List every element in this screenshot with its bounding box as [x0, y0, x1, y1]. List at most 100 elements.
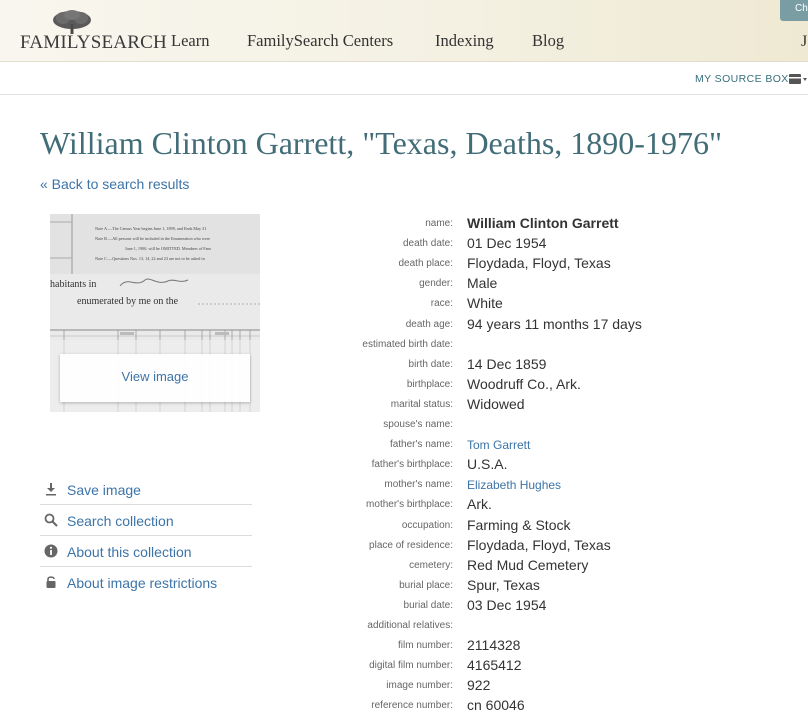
- field-label-additional-relatives: additional relatives:: [367, 620, 453, 631]
- field-value-birth-date: 14 Dec 1859: [467, 355, 547, 372]
- record-row-cemetery: cemetery: Red Mud Cemetery: [340, 556, 800, 576]
- doc-line-2: Note B.—All persons will be included in …: [95, 236, 210, 241]
- record-row-death-place: death place: Floydada, Floyd, Texas: [340, 254, 800, 274]
- record-row-estimated-birth-date: estimated birth date:: [340, 335, 800, 355]
- lock-icon: [46, 576, 56, 588]
- field-value-father-birthplace: U.S.A.: [467, 456, 508, 473]
- field-value-marital-status: Widowed: [467, 395, 525, 412]
- field-value-occupation: Farming & Stock: [467, 516, 571, 533]
- record-row-marital-status: marital status: Widowed: [340, 395, 800, 415]
- record-row-image-number: image number: 922: [340, 676, 800, 696]
- search-collection-action[interactable]: Search collection: [40, 505, 252, 536]
- field-label-place-of-residence: place of residence:: [369, 539, 453, 551]
- about-image-restrictions-label: About image restrictions: [67, 575, 218, 591]
- field-label-mother-name: mother's name:: [384, 479, 453, 491]
- record-row-burial-place: burial place: Spur, Texas: [340, 576, 800, 596]
- field-label-reference-number: reference number:: [371, 700, 453, 712]
- search-icon: [44, 513, 58, 527]
- field-label-marital-status: marital status:: [390, 398, 453, 410]
- record-row-mother-birthplace: mother's birthplace: Ark.: [340, 495, 800, 515]
- save-image-label: Save image: [67, 482, 141, 498]
- nav-blog[interactable]: Blog: [532, 31, 564, 51]
- field-value-mother-name[interactable]: Elizabeth Hughes: [467, 478, 561, 492]
- record-row-digital-film-number: digital film number: 4165412: [340, 656, 800, 676]
- field-value-death-age: 94 years 11 months 17 days: [467, 315, 642, 332]
- familysearch-logo[interactable]: FAMILYSEARCH: [20, 10, 167, 54]
- search-collection-label: Search collection: [67, 513, 174, 529]
- record-row-death-age: death age: 94 years 11 months 17 days: [340, 315, 800, 335]
- logo-text: FAMILYSEARCH: [20, 32, 167, 53]
- field-value-film-number: 2114328: [467, 637, 521, 654]
- nav-learn[interactable]: Learn: [171, 31, 209, 51]
- field-label-father-name: father's name:: [389, 439, 453, 451]
- record-row-race: race: White: [340, 294, 800, 314]
- field-value-reference-number: cn 60046: [467, 697, 525, 714]
- record-row-occupation: occupation: Farming & Stock: [340, 516, 800, 536]
- field-value-name: William Clinton Garrett: [467, 215, 619, 231]
- field-label-film-number: film number:: [397, 640, 453, 652]
- save-image-action[interactable]: Save image: [40, 474, 252, 505]
- field-label-name: name:: [425, 218, 453, 229]
- field-label-death-date: death date:: [402, 238, 453, 250]
- field-label-birth-date: birth date:: [408, 358, 453, 370]
- field-label-image-number: image number:: [386, 680, 453, 692]
- field-value-father-name[interactable]: Tom Garrett: [467, 438, 530, 452]
- field-label-spouse-name: spouse's name:: [383, 419, 453, 430]
- about-collection-label: About this collection: [67, 544, 192, 560]
- chat-button[interactable]: Ch: [780, 0, 808, 21]
- record-row-additional-relatives: additional relatives:: [340, 616, 800, 636]
- record-row-mother-name: mother's name: Elizabeth Hughes: [340, 475, 800, 495]
- site-header: FAMILYSEARCH Learn FamilySearch Centers …: [0, 0, 808, 62]
- about-image-restrictions-action[interactable]: About image restrictions: [40, 567, 252, 598]
- record-row-birth-date: birth date: 14 Dec 1859: [340, 355, 800, 375]
- field-label-death-place: death place:: [398, 258, 454, 270]
- view-image-button[interactable]: View image: [60, 354, 250, 402]
- download-icon: [46, 483, 56, 496]
- nav-familysearch-centers[interactable]: FamilySearch Centers: [247, 31, 393, 51]
- field-label-estimated-birth-date: estimated birth date:: [362, 338, 453, 350]
- about-collection-action[interactable]: About this collection: [40, 536, 252, 567]
- field-value-place-of-residence: Floydada, Floyd, Texas: [467, 536, 611, 553]
- user-menu-truncated[interactable]: J: [801, 33, 807, 51]
- record-row-burial-date: burial date: 03 Dec 1954: [340, 596, 800, 616]
- record-row-gender: gender: Male: [340, 274, 800, 294]
- record-row-name: name: William Clinton Garrett: [340, 214, 800, 234]
- field-label-birthplace: birthplace:: [406, 378, 453, 390]
- record-row-reference-number: reference number: cn 60046: [340, 696, 800, 716]
- doc-text-enumerated: enumerated by me on the: [77, 296, 179, 307]
- field-value-image-number: 922: [467, 677, 491, 694]
- nav-indexing[interactable]: Indexing: [435, 31, 494, 51]
- info-icon: [44, 544, 58, 558]
- field-label-burial-place: burial place:: [399, 579, 453, 591]
- field-value-burial-date: 03 Dec 1954: [467, 596, 547, 613]
- field-value-digital-film-number: 4165412: [467, 657, 522, 674]
- record-row-place-of-residence: place of residence: Floydada, Floyd, Texa…: [340, 536, 800, 556]
- field-label-father-birthplace: father's birthplace:: [371, 459, 453, 471]
- tree-icon: [53, 10, 91, 34]
- source-box-icon[interactable]: [788, 72, 808, 86]
- back-to-search-link[interactable]: « Back to search results: [40, 176, 189, 192]
- record-row-spouse-name: spouse's name:: [340, 415, 800, 435]
- doc-text-inhabitants: habitants in: [50, 279, 96, 290]
- field-value-birthplace: Woodruff Co., Ark.: [467, 375, 581, 392]
- my-source-box-link[interactable]: MY SOURCE BOX: [695, 73, 789, 85]
- field-value-death-date: 01 Dec 1954: [467, 235, 547, 252]
- field-value-gender: Male: [467, 275, 498, 292]
- page-title: William Clinton Garrett, "Texas, Deaths,…: [40, 125, 723, 161]
- field-label-race: race:: [430, 298, 453, 310]
- field-value-burial-place: Spur, Texas: [467, 576, 540, 593]
- field-label-mother-birthplace: mother's birthplace:: [366, 499, 453, 511]
- field-label-gender: gender:: [419, 278, 453, 290]
- field-label-burial-date: burial date:: [403, 599, 453, 611]
- record-row-death-date: death date: 01 Dec 1954: [340, 234, 800, 254]
- field-label-cemetery: cemetery:: [409, 559, 453, 571]
- field-label-digital-film-number: digital film number:: [369, 660, 453, 672]
- field-value-death-place: Floydada, Floyd, Texas: [467, 255, 611, 272]
- field-label-occupation: occupation:: [401, 519, 453, 531]
- field-value-cemetery: Red Mud Cemetery: [467, 556, 589, 573]
- field-label-death-age: death age:: [405, 318, 453, 330]
- record-row-father-name: father's name: Tom Garrett: [340, 435, 800, 455]
- field-value-mother-birthplace: Ark.: [467, 496, 492, 513]
- record-row-father-birthplace: father's birthplace: U.S.A.: [340, 455, 800, 475]
- record-row-film-number: film number: 2114328: [340, 636, 800, 656]
